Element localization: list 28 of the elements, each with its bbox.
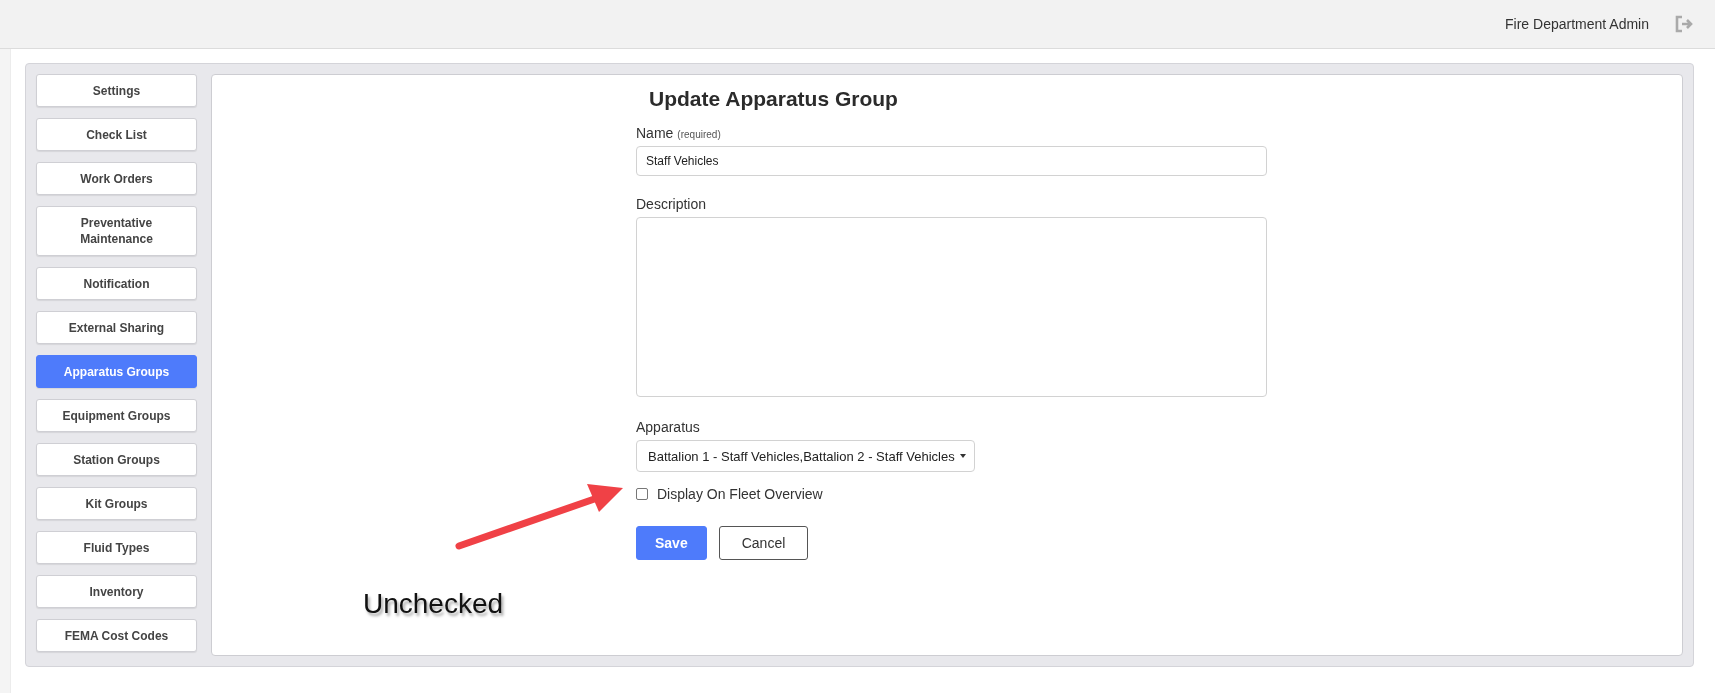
sidebar-nav-button[interactable]: Apparatus Groups [36, 355, 197, 388]
checkbox-label: Display On Fleet Overview [657, 486, 823, 502]
sidebar-nav-button[interactable]: Settings [36, 74, 197, 107]
logout-icon[interactable] [1675, 15, 1695, 33]
field-label: Description [636, 196, 707, 212]
sidebar-nav-button[interactable]: Check List [36, 118, 197, 151]
sidebar-nav-button[interactable]: Notification [36, 267, 197, 300]
form-title: Update Apparatus Group [649, 87, 898, 111]
name-input[interactable]: Staff Vehicles [636, 146, 1267, 176]
sidebar-nav-button[interactable]: FEMA Cost Codes [36, 619, 197, 652]
save-button[interactable]: Save [636, 526, 707, 560]
apparatus-dropdown[interactable]: Battalion 1 - Staff Vehicles,Battalion 2 - Staff Vehicles [636, 440, 975, 472]
field-label: Name [636, 125, 674, 141]
checkbox[interactable] [636, 488, 648, 500]
user-name: Fire Department Admin [1505, 16, 1649, 32]
annotation-text: Unchecked [363, 588, 504, 620]
sidebar-nav-button[interactable]: Station Groups [36, 443, 197, 476]
sidebar-nav-button[interactable]: Kit Groups [36, 487, 197, 520]
cancel-button[interactable]: Cancel [718, 526, 809, 560]
field-label: Apparatus [636, 419, 700, 435]
sidebar-nav-button[interactable]: Fluid Types [36, 531, 197, 564]
sidebar-nav-button[interactable]: Work Orders [36, 162, 197, 195]
sidebar-nav-button[interactable]: Preventative Maintenance [36, 206, 197, 256]
sidebar-nav-button[interactable]: Equipment Groups [36, 399, 197, 432]
sidebar-nav-button[interactable]: External Sharing [36, 311, 197, 344]
caret-icon [959, 454, 966, 458]
sidebar-nav-button[interactable]: Inventory [36, 575, 197, 608]
required-hint: (required) [677, 129, 721, 140]
